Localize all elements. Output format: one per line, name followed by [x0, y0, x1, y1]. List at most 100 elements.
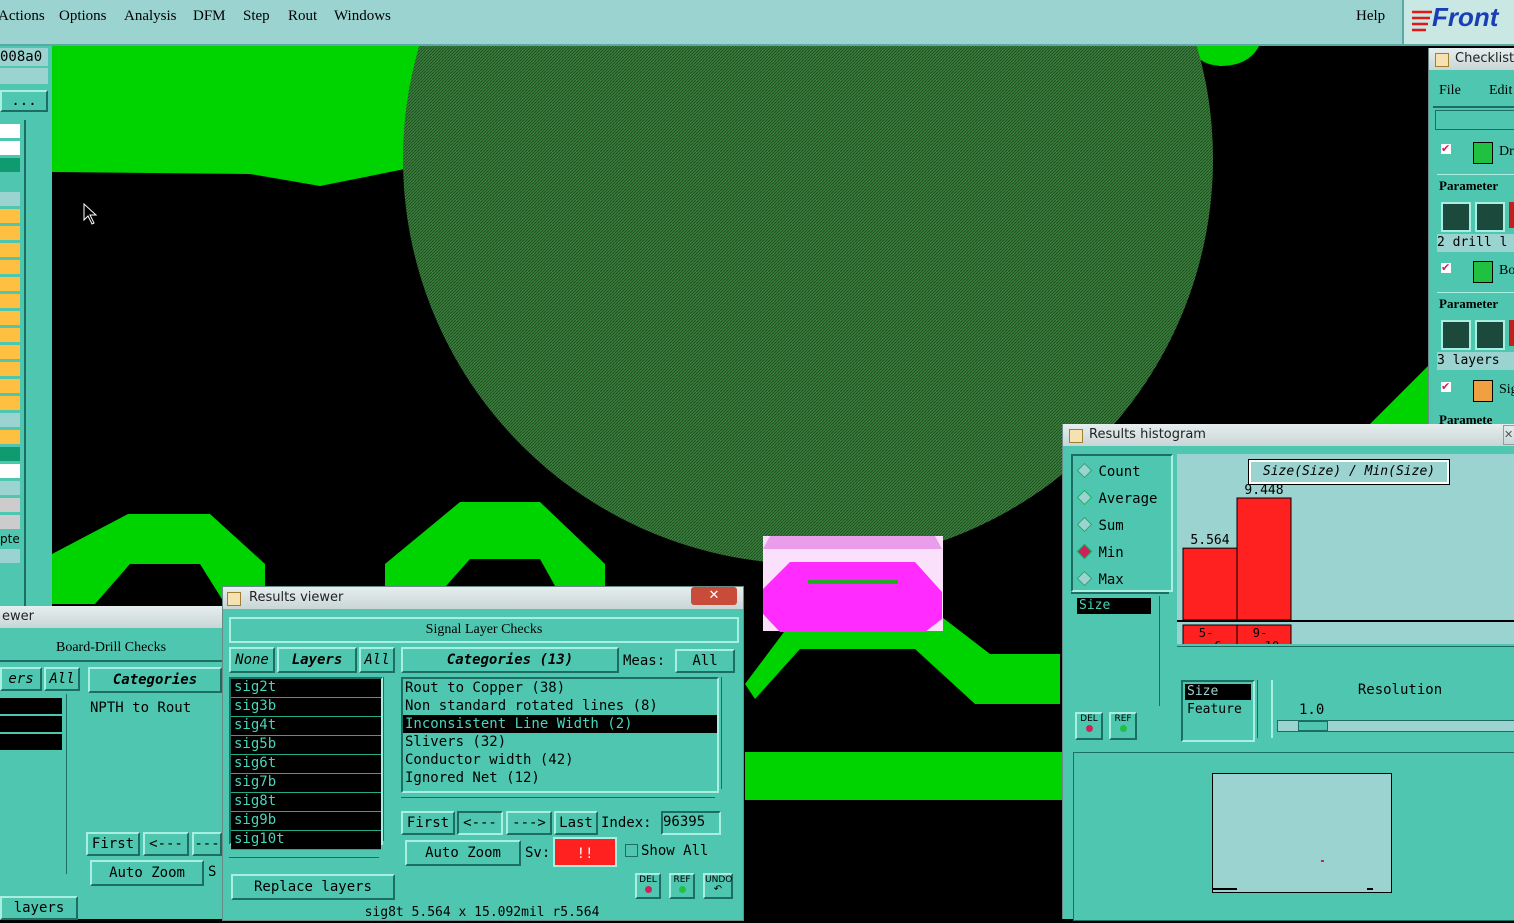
layer-scrollbar[interactable]: [66, 694, 81, 874]
run-icon[interactable]: [1441, 320, 1471, 350]
all-button[interactable]: All: [44, 667, 80, 691]
list-scrollbar[interactable]: [1159, 596, 1170, 706]
hex-field[interactable]: 008a0: [0, 48, 48, 66]
menu-analysis[interactable]: Analysis: [124, 8, 177, 25]
histogram-bar[interactable]: [1236, 497, 1292, 621]
category-vscrollbar[interactable]: [721, 677, 736, 789]
resolution-slider[interactable]: [1277, 720, 1514, 732]
layer-list[interactable]: [0, 698, 62, 760]
replace-layers-dropdown[interactable]: Replace layers: [231, 874, 395, 900]
field-item-size[interactable]: Size: [1185, 684, 1251, 700]
menu-rout[interactable]: Rout: [288, 8, 317, 25]
parameters-label[interactable]: Parameter: [1437, 174, 1514, 197]
checklist-field[interactable]: [1435, 110, 1514, 130]
stop-icon[interactable]: [1509, 320, 1514, 346]
ref-button[interactable]: REF: [669, 873, 695, 899]
layer-item[interactable]: sig4t: [231, 717, 381, 736]
menu-options[interactable]: Options: [59, 8, 107, 25]
category-item[interactable]: Non standard rotated lines (8): [403, 697, 717, 715]
close-icon[interactable]: ✕: [1503, 425, 1514, 445]
check-name[interactable]: Dr: [1499, 144, 1514, 160]
layer-list[interactable]: sig2t sig3b sig4t sig5b sig6t sig7b sig8…: [229, 677, 383, 850]
option-max[interactable]: Max: [1076, 570, 1124, 588]
prev-button[interactable]: <---: [143, 832, 189, 856]
check-icon[interactable]: ✔: [1441, 262, 1451, 273]
layer-item[interactable]: sig8t: [231, 793, 381, 812]
layer-item[interactable]: sig3b: [231, 698, 381, 717]
left-field-2[interactable]: [0, 68, 48, 84]
layer-vscrollbar[interactable]: [383, 677, 398, 841]
slider-thumb[interactable]: [1298, 721, 1328, 731]
none-button[interactable]: None: [229, 647, 275, 673]
severity-dropdown[interactable]: !!: [553, 837, 617, 867]
next-button[interactable]: --->: [506, 811, 552, 835]
next-button[interactable]: ---: [192, 832, 222, 856]
layer-item[interactable]: sig10t: [231, 831, 381, 850]
preview-box[interactable]: [1212, 773, 1392, 893]
hist-ref-button[interactable]: REF: [1109, 712, 1137, 740]
option-average[interactable]: Average: [1076, 489, 1157, 507]
category-item[interactable]: Conductor width (42): [403, 751, 717, 769]
layers-button[interactable]: Layers: [277, 647, 357, 673]
histogram-bar[interactable]: [1182, 547, 1238, 621]
menu-edit[interactable]: Edit: [1489, 83, 1512, 99]
category-hscrollbar[interactable]: [401, 797, 715, 806]
first-button[interactable]: First: [86, 832, 140, 856]
hist-del-button[interactable]: DEL: [1075, 712, 1103, 740]
categories-button[interactable]: Categories: [88, 667, 222, 693]
list-item-size[interactable]: Size: [1077, 598, 1151, 614]
layers-button[interactable]: ers: [0, 667, 42, 691]
menu-actions[interactable]: Actions: [0, 8, 45, 25]
layer-item[interactable]: sig2t: [231, 679, 381, 698]
layer-item[interactable]: sig6t: [231, 755, 381, 774]
layer-item[interactable]: sig5b: [231, 736, 381, 755]
layers-dropdown[interactable]: layers: [0, 896, 78, 920]
categories-button[interactable]: Categories (13): [401, 647, 619, 673]
menu-file[interactable]: File: [1439, 83, 1461, 99]
menu-help[interactable]: Help: [1356, 8, 1385, 25]
dots-button[interactable]: ...: [0, 90, 48, 112]
category-item[interactable]: Slivers (32): [403, 733, 717, 751]
chart-hscrollbar[interactable]: [1177, 646, 1514, 657]
check-icon[interactable]: ✔: [1441, 143, 1451, 154]
prev-button[interactable]: <---: [457, 811, 503, 835]
option-count[interactable]: Count: [1076, 462, 1141, 480]
menu-windows[interactable]: Windows: [334, 8, 391, 25]
show-all-checkbox[interactable]: [625, 844, 638, 857]
close-icon[interactable]: ✕: [691, 587, 737, 605]
meas-dropdown[interactable]: All: [675, 649, 735, 673]
first-button[interactable]: First: [401, 811, 455, 835]
check-icon[interactable]: ✔: [1441, 381, 1451, 392]
index-field[interactable]: 96395: [661, 811, 721, 835]
all-button[interactable]: All: [359, 647, 395, 673]
field-scrollbar[interactable]: [1257, 680, 1270, 738]
parameters-label[interactable]: Parameter: [1437, 292, 1514, 315]
layer-item[interactable]: sig9b: [231, 812, 381, 831]
parameters-label[interactable]: Paramete: [1437, 410, 1514, 424]
run-all-icon[interactable]: [1475, 320, 1505, 350]
option-sum[interactable]: Sum: [1076, 516, 1124, 534]
menu-dfm[interactable]: DFM: [193, 8, 226, 25]
left-scrollbar[interactable]: [24, 120, 52, 606]
category-list[interactable]: Rout to Copper (38) Non standard rotated…: [401, 677, 719, 793]
run-all-icon[interactable]: [1475, 202, 1505, 232]
option-min[interactable]: Min: [1076, 543, 1124, 561]
field-item-feature[interactable]: Feature: [1185, 702, 1251, 718]
menu-step[interactable]: Step: [243, 8, 270, 25]
check-name[interactable]: Bo: [1499, 263, 1514, 279]
category-item[interactable]: Rout to Copper (38): [403, 679, 717, 697]
category-item[interactable]: NPTH to Rout: [90, 700, 222, 716]
del-button[interactable]: DEL: [635, 873, 661, 899]
last-button[interactable]: Last: [554, 811, 598, 835]
auto-zoom-dropdown[interactable]: Auto Zoom: [405, 840, 521, 866]
field-list[interactable]: Size Feature: [1181, 680, 1255, 742]
field-list-left[interactable]: Size: [1071, 592, 1169, 710]
run-icon[interactable]: [1441, 202, 1471, 232]
stop-icon[interactable]: [1509, 202, 1514, 228]
check-name[interactable]: Sig: [1499, 382, 1514, 398]
layer-hscrollbar[interactable]: [229, 857, 379, 868]
category-item-selected[interactable]: Inconsistent Line Width (2): [403, 715, 717, 733]
auto-zoom-dropdown[interactable]: Auto Zoom: [90, 860, 204, 886]
category-item[interactable]: Ignored Net (12): [403, 769, 717, 787]
layer-item[interactable]: sig7b: [231, 774, 381, 793]
